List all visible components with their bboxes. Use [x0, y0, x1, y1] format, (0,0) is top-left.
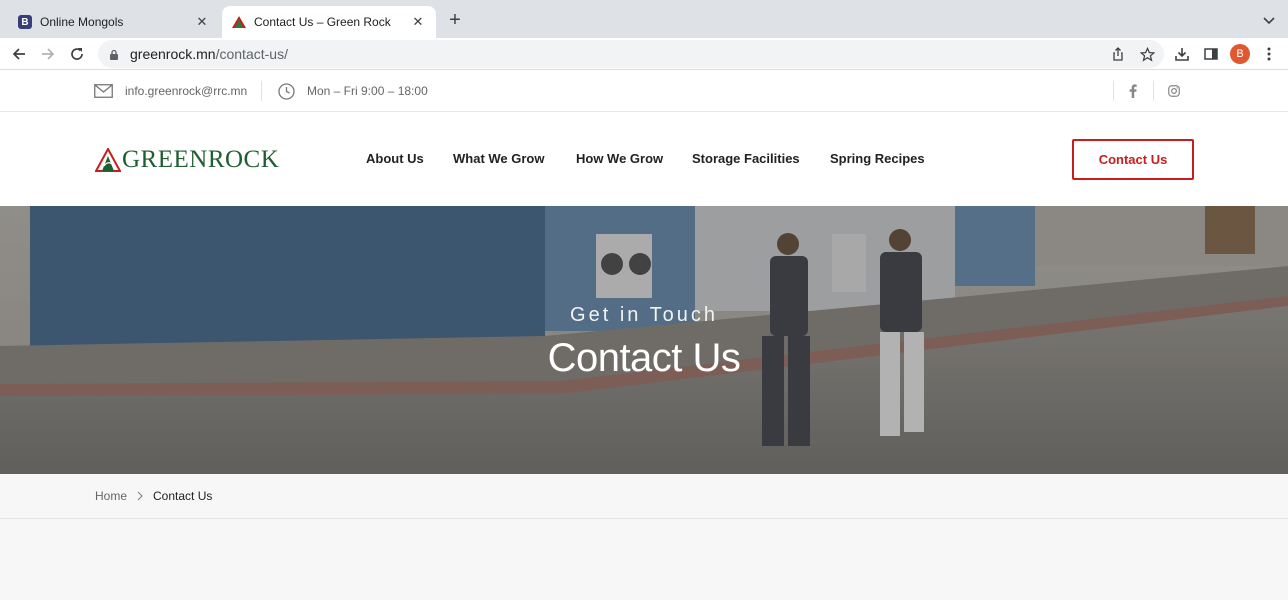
bootstrap-favicon-icon: B	[18, 15, 32, 29]
chevron-down-icon[interactable]	[1262, 13, 1276, 27]
close-tab-icon[interactable]: ✕	[194, 14, 210, 30]
nav-about-us[interactable]: About Us	[366, 151, 424, 166]
tab-title: Online Mongols	[40, 15, 124, 29]
lock-icon	[108, 48, 120, 60]
clock-icon	[278, 82, 295, 100]
nav-how-we-grow[interactable]: How We Grow	[576, 151, 663, 166]
nav-what-we-grow[interactable]: What We Grow	[453, 151, 544, 166]
hero-title: Contact Us	[547, 336, 741, 380]
url-path: /contact-us/	[215, 46, 288, 62]
facebook-icon[interactable]	[1129, 70, 1137, 112]
chevron-right-icon	[136, 490, 144, 504]
greenrock-logo[interactable]: GREENROCK	[95, 146, 279, 172]
nav-storage-facilities[interactable]: Storage Facilities	[692, 151, 800, 166]
address-bar[interactable]: greenrock.mn/contact-us/	[98, 40, 1164, 68]
browser-toolbar: greenrock.mn/contact-us/ B	[0, 38, 1288, 70]
share-icon[interactable]	[1108, 44, 1128, 64]
side-panel-icon[interactable]	[1201, 44, 1221, 64]
close-tab-icon[interactable]: ✕	[410, 14, 426, 30]
mountain-logo-icon	[95, 148, 121, 172]
profile-avatar[interactable]: B	[1230, 44, 1250, 64]
back-arrow-icon[interactable]	[9, 44, 29, 64]
forward-arrow-icon[interactable]	[38, 44, 58, 64]
tab-title: Contact Us – Green Rock	[254, 15, 391, 29]
nav-spring-recipes[interactable]: Spring Recipes	[830, 151, 925, 166]
breadcrumb-home[interactable]: Home	[95, 489, 127, 503]
url-text: greenrock.mn/contact-us/	[130, 46, 288, 62]
new-tab-icon[interactable]: +	[446, 10, 464, 30]
divider	[261, 81, 262, 101]
email-contact[interactable]: info.greenrock@rrc.mn	[94, 70, 247, 112]
greenrock-favicon-icon	[232, 15, 246, 29]
bookmark-star-icon[interactable]	[1137, 44, 1157, 64]
breadcrumb-current: Contact Us	[153, 489, 213, 503]
kebab-menu-icon[interactable]	[1259, 44, 1279, 64]
contact-us-button[interactable]: Contact Us	[1072, 139, 1194, 180]
url-domain: greenrock.mn	[130, 46, 216, 62]
browser-tabstrip: B Online Mongols ✕ Contact Us – Green Ro…	[0, 0, 1288, 38]
office-hours: Mon – Fri 9:00 – 18:00	[278, 70, 428, 112]
instagram-icon[interactable]	[1168, 70, 1180, 112]
divider	[1113, 81, 1114, 101]
site-header: GREENROCK About Us What We Grow How We G…	[0, 112, 1288, 206]
page-content	[0, 519, 1288, 600]
hours-text: Mon – Fri 9:00 – 18:00	[307, 84, 428, 98]
top-info-bar: info.greenrock@rrc.mn Mon – Fri 9:00 – 1…	[0, 70, 1288, 112]
logo-text: GREENROCK	[122, 146, 280, 173]
divider	[1153, 81, 1154, 101]
tab-contact-us[interactable]: Contact Us – Green Rock ✕	[222, 6, 436, 38]
hero-subtitle: Get in Touch	[570, 304, 718, 326]
tab-online-mongols[interactable]: B Online Mongols ✕	[8, 6, 220, 38]
breadcrumb: Home Contact Us	[0, 474, 1288, 519]
reload-icon[interactable]	[67, 44, 87, 64]
mail-icon	[94, 84, 113, 98]
download-icon[interactable]	[1172, 44, 1192, 64]
email-text: info.greenrock@rrc.mn	[125, 84, 248, 98]
hero-banner: Get in Touch Contact Us	[0, 206, 1288, 474]
